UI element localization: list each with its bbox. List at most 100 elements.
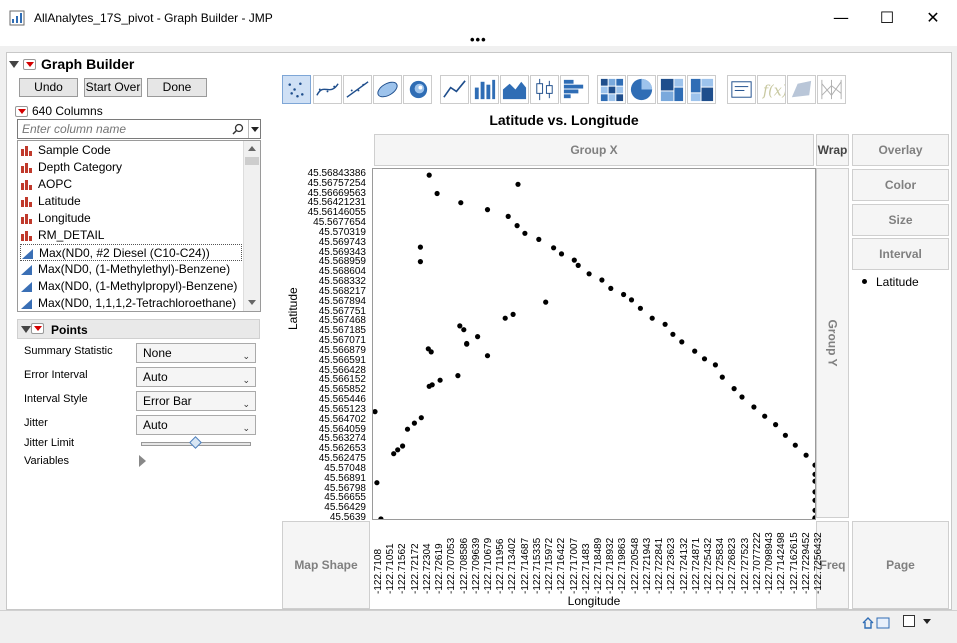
scroll-down-icon[interactable]	[248, 300, 256, 305]
pie-icon[interactable]	[627, 75, 656, 104]
data-point[interactable]	[457, 323, 463, 329]
ellipse-icon[interactable]	[373, 75, 402, 104]
data-point[interactable]	[773, 422, 779, 428]
data-point[interactable]	[484, 207, 491, 213]
column-item[interactable]: Max(ND0, #2 Diesel (C10-C24))	[20, 244, 242, 261]
data-point[interactable]	[762, 413, 768, 419]
data-point[interactable]	[505, 213, 511, 219]
formula-icon[interactable]: f(x)	[757, 75, 788, 104]
data-point[interactable]	[812, 478, 816, 484]
data-point[interactable]	[374, 480, 380, 486]
data-point[interactable]	[461, 327, 467, 333]
histogram-icon[interactable]	[560, 75, 589, 104]
data-point[interactable]	[514, 223, 520, 229]
data-point[interactable]	[586, 271, 592, 277]
data-point[interactable]	[649, 315, 655, 321]
data-point[interactable]	[812, 507, 816, 513]
points-outline[interactable]: Points	[17, 319, 260, 339]
column-item[interactable]: Max(ND0, (1-Methylpropyl)-Benzene)	[20, 278, 242, 295]
map-shapes-icon[interactable]	[787, 75, 816, 104]
more-options-dots[interactable]: •••	[470, 32, 487, 47]
data-point[interactable]	[599, 277, 605, 283]
data-point[interactable]	[662, 321, 668, 327]
column-item[interactable]: Latitude	[20, 193, 242, 210]
map-shape-zone[interactable]: Map Shape	[282, 521, 370, 609]
data-point[interactable]	[417, 244, 423, 250]
maximize-button[interactable]: ☐	[872, 6, 902, 30]
column-item[interactable]: Max(ND0, (1-Methylethyl)-Benzene)	[20, 261, 242, 278]
status-dropdown-icon[interactable]	[923, 619, 931, 624]
property-select[interactable]: Error Bar ⌄	[136, 391, 256, 411]
data-point[interactable]	[378, 516, 384, 520]
data-point[interactable]	[637, 305, 643, 311]
data-point[interactable]	[429, 382, 435, 388]
data-point[interactable]	[575, 262, 581, 268]
size-zone[interactable]: Size	[852, 204, 949, 236]
column-item[interactable]: Longitude	[20, 210, 242, 227]
overlay-zone[interactable]: Overlay	[852, 134, 949, 166]
plot-area[interactable]	[372, 168, 816, 520]
data-point[interactable]	[739, 394, 745, 400]
line-of-fit-icon[interactable]	[343, 75, 372, 104]
columns-menu-icon[interactable]	[15, 105, 28, 117]
treemap-icon[interactable]	[657, 75, 686, 104]
data-point[interactable]	[411, 420, 417, 426]
points-menu-icon[interactable]	[31, 323, 44, 334]
column-item[interactable]: AOPC	[20, 176, 242, 193]
data-point[interactable]	[455, 373, 461, 379]
box-plot-icon[interactable]	[530, 75, 559, 104]
data-point[interactable]	[404, 426, 411, 432]
data-point[interactable]	[670, 331, 676, 337]
contour-icon[interactable]	[403, 75, 432, 104]
points-disclosure-icon[interactable]	[21, 326, 31, 333]
data-point[interactable]	[434, 190, 440, 197]
graph-builder-outline[interactable]: Graph Builder	[9, 56, 134, 72]
area-icon[interactable]	[500, 75, 529, 104]
data-point[interactable]	[812, 462, 816, 468]
data-point[interactable]	[712, 362, 718, 368]
columns-outline[interactable]: 640 Columns	[15, 104, 103, 118]
data-point[interactable]	[484, 353, 491, 359]
property-select[interactable]: Auto ⌄	[136, 415, 256, 435]
caption-box-icon[interactable]	[727, 75, 756, 104]
data-point[interactable]	[502, 315, 508, 321]
data-point[interactable]	[418, 415, 424, 421]
data-point[interactable]	[803, 452, 809, 458]
red-triangle-menu-icon[interactable]	[23, 58, 36, 70]
data-point[interactable]	[522, 230, 528, 236]
data-point[interactable]	[437, 377, 443, 383]
data-point[interactable]	[425, 346, 431, 352]
close-button[interactable]: ✕	[918, 6, 948, 30]
data-point[interactable]	[551, 245, 557, 251]
property-select[interactable]: Auto ⌄	[136, 367, 256, 387]
data-point[interactable]	[543, 299, 549, 305]
interval-zone[interactable]: Interval	[852, 238, 949, 270]
data-point[interactable]	[510, 311, 516, 317]
variables-expand-icon[interactable]	[139, 455, 146, 467]
heatmap-icon[interactable]	[597, 75, 626, 104]
column-item[interactable]: Depth Category	[20, 159, 242, 176]
group-x-zone[interactable]: Group X	[374, 134, 814, 166]
group-y-zone[interactable]: Group Y	[816, 168, 849, 518]
column-item[interactable]: RM_DETAIL	[20, 227, 242, 244]
data-point[interactable]	[417, 259, 423, 265]
data-point[interactable]	[751, 404, 757, 410]
data-point[interactable]	[812, 497, 816, 503]
parallel-icon[interactable]	[817, 75, 846, 104]
data-point[interactable]	[558, 251, 565, 257]
data-point[interactable]	[515, 181, 521, 187]
column-search[interactable]	[17, 119, 261, 139]
data-point[interactable]	[701, 356, 708, 362]
minimize-button[interactable]: —	[826, 6, 856, 30]
smoother-icon[interactable]	[313, 75, 342, 104]
page-zone[interactable]: Page	[852, 521, 949, 609]
scrollbar-thumb[interactable]	[245, 157, 259, 165]
data-point[interactable]	[719, 374, 725, 380]
data-point[interactable]	[426, 172, 432, 178]
start-over-button[interactable]: Start Over	[84, 78, 142, 97]
data-point[interactable]	[475, 334, 481, 340]
column-list-scrollbar[interactable]	[243, 141, 260, 311]
data-point[interactable]	[373, 409, 378, 415]
data-point[interactable]	[571, 257, 577, 263]
data-point[interactable]	[621, 291, 627, 298]
